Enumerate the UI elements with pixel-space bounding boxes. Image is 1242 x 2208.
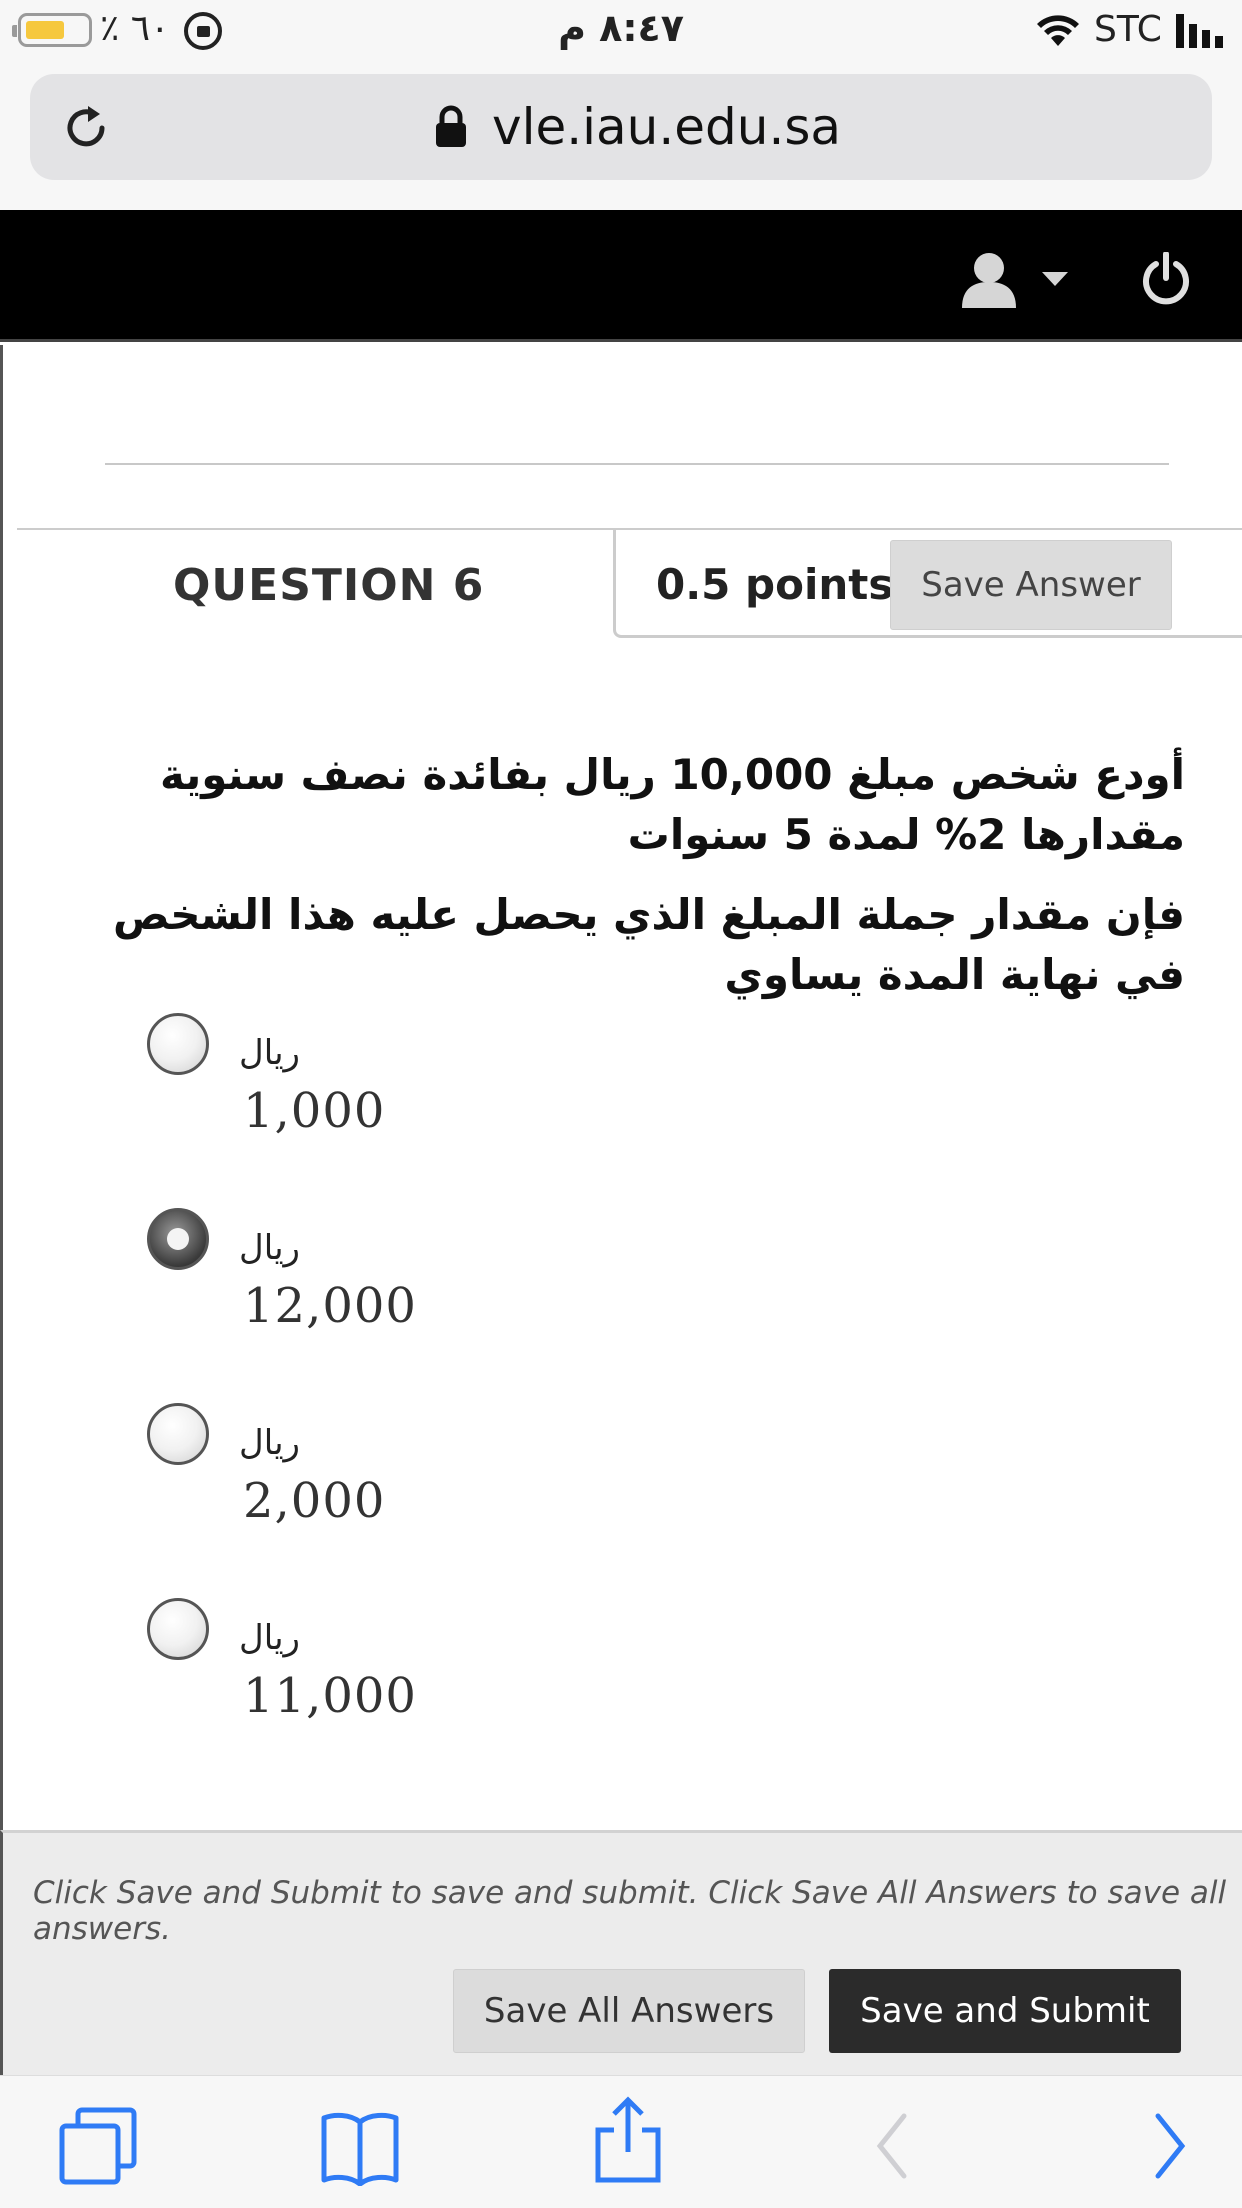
option-amount: 1,000 <box>243 1083 386 1139</box>
user-icon <box>962 253 1016 308</box>
reload-icon[interactable] <box>58 100 114 156</box>
option-amount: 11,000 <box>243 1668 417 1724</box>
save-answer-button[interactable]: Save Answer <box>890 540 1172 630</box>
browser-toolbar <box>0 2075 1242 2208</box>
answer-option[interactable]: ريال 2,000 <box>147 1403 747 1553</box>
back-icon[interactable] <box>872 2106 912 2186</box>
tabs-icon[interactable] <box>58 2106 138 2186</box>
forward-icon[interactable] <box>1150 2106 1190 2186</box>
answer-option[interactable]: ريال 11,000 <box>147 1598 747 1748</box>
divider <box>17 528 617 530</box>
divider <box>105 463 1169 465</box>
question-text-line: فإن مقدار جملة المبلغ الذي يحصل عليه هذا… <box>112 890 1185 999</box>
points-box: 0.5 points Save Answer <box>613 528 1242 638</box>
url-text: vle.iau.edu.sa <box>492 98 842 156</box>
answer-option[interactable]: ريال 12,000 <box>147 1208 747 1358</box>
question-panel: QUESTION 6 0.5 points Save Answer أودع ش… <box>0 345 1242 1830</box>
option-amount: 2,000 <box>243 1473 386 1529</box>
radio-button[interactable] <box>147 1013 209 1075</box>
footer-instructions: Click Save and Submit to save and submit… <box>33 1875 1227 1947</box>
bookmarks-icon[interactable] <box>320 2106 400 2186</box>
carrier-name: STC <box>1094 9 1162 50</box>
address-bar[interactable]: vle.iau.edu.sa <box>30 74 1212 180</box>
share-icon[interactable] <box>588 2094 668 2184</box>
signal-icon <box>1176 14 1223 48</box>
radio-button[interactable] <box>147 1598 209 1660</box>
caret-down-icon <box>1042 272 1068 286</box>
question-text: أودع شخص مبلغ 10,000 ريال بفائدة نصف سنو… <box>105 745 1185 1005</box>
radio-button[interactable] <box>147 1403 209 1465</box>
option-currency: ريال <box>239 1228 300 1268</box>
wifi-icon <box>1037 15 1079 46</box>
browser-address-area: vle.iau.edu.sa <box>0 62 1242 210</box>
user-menu-button[interactable] <box>958 250 1078 310</box>
submission-footer: Click Save and Submit to save and submit… <box>0 1830 1242 2075</box>
option-currency: ريال <box>239 1423 300 1463</box>
power-icon[interactable] <box>1140 252 1192 306</box>
question-text-line: أودع شخص مبلغ 10,000 ريال بفائدة نصف سنو… <box>160 750 1185 859</box>
question-title: QUESTION 6 <box>173 560 485 611</box>
save-all-answers-button[interactable]: Save All Answers <box>453 1969 805 2053</box>
status-bar: ٪ ٦٠ ٨:٤٧ م STC <box>0 0 1242 62</box>
option-amount: 12,000 <box>243 1278 417 1334</box>
site-header <box>0 210 1242 342</box>
answer-option[interactable]: ريال 1,000 <box>147 1013 747 1163</box>
option-currency: ريال <box>239 1618 300 1658</box>
option-currency: ريال <box>239 1033 300 1073</box>
radio-button-selected[interactable] <box>147 1208 209 1270</box>
question-points: 0.5 points <box>656 560 894 609</box>
save-and-submit-button[interactable]: Save and Submit <box>829 1969 1181 2053</box>
lock-icon <box>436 105 466 147</box>
